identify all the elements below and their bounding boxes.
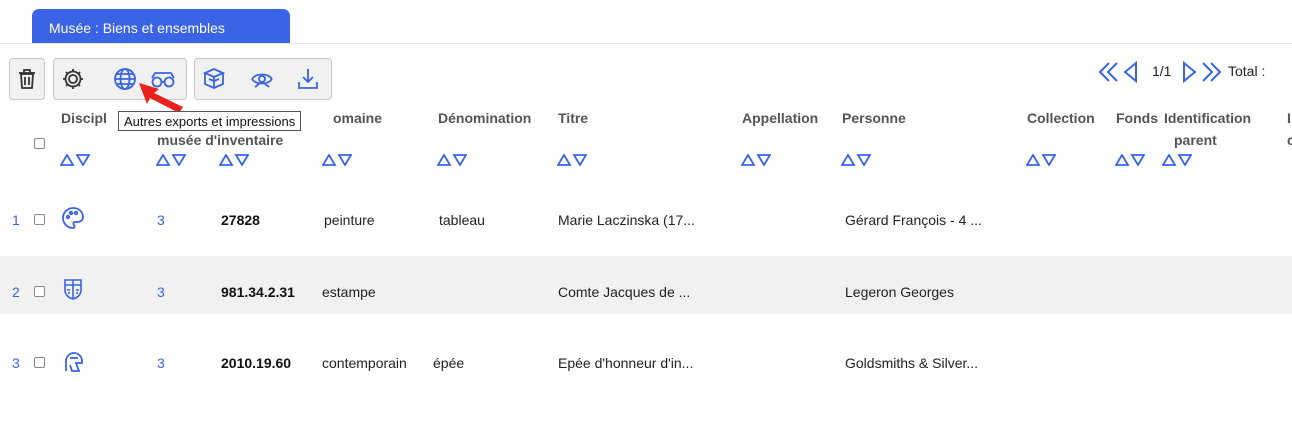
cell-inventory: 2010.19.60: [221, 355, 292, 371]
cell-personne: Goldsmiths & Silver...: [845, 355, 979, 371]
palette-icon: [62, 207, 84, 229]
col-musee-inventaire[interactable]: musée d'inventaire: [157, 132, 283, 148]
hand-eye-icon[interactable]: [247, 64, 277, 94]
cell-inventory: 27828: [221, 212, 260, 228]
globe-icon[interactable]: [110, 64, 140, 94]
col-edge-1: I: [1287, 110, 1291, 126]
first-page-icon[interactable]: [1095, 59, 1121, 85]
cell-denomination: épée: [433, 355, 465, 371]
cell-titre: Comte Jacques de ...: [558, 284, 691, 300]
row-index: 2: [12, 284, 20, 300]
download-icon[interactable]: [293, 64, 323, 94]
cell-count[interactable]: 3: [157, 284, 165, 300]
row-checkbox[interactable]: [34, 357, 45, 368]
col-collection[interactable]: Collection: [1027, 110, 1095, 126]
tab-underline: [0, 43, 1292, 44]
cell-titre: Marie Laczinska (17...: [558, 212, 695, 228]
total-label: Total :: [1228, 63, 1266, 79]
boxes-icon[interactable]: [199, 64, 229, 94]
sort-icon[interactable]: [1162, 154, 1192, 166]
select-all-checkbox[interactable]: [34, 138, 45, 149]
cell-domaine: estampe: [322, 284, 376, 300]
cell-inventory: 981.34.2.31: [221, 284, 295, 300]
col-appellation[interactable]: Appellation: [742, 110, 818, 126]
cell-denomination: tableau: [439, 212, 485, 228]
cell-titre: Epée d'honneur d'in...: [558, 355, 694, 371]
row-checkbox[interactable]: [34, 214, 45, 225]
trash-icon[interactable]: [12, 64, 42, 94]
sort-icon[interactable]: [841, 154, 871, 166]
col-identification[interactable]: Identification: [1164, 110, 1251, 126]
sort-icon[interactable]: [60, 154, 90, 166]
row-index: 3: [12, 355, 20, 371]
stamp-icon: [64, 279, 82, 300]
sort-icon[interactable]: [219, 154, 249, 166]
cell-domaine: contemporain: [322, 355, 407, 371]
sort-icon[interactable]: [557, 154, 587, 166]
cell-domaine: peinture: [324, 212, 375, 228]
sort-icon[interactable]: [1026, 154, 1056, 166]
table-row[interactable]: 2 3 981.34.2.31 estampe Comte Jacques de…: [0, 256, 1292, 314]
cell-count[interactable]: 3: [157, 355, 165, 371]
cell-personne: Gérard François - 4 ...: [845, 212, 982, 228]
col-denomination[interactable]: Dénomination: [438, 110, 531, 126]
col-titre[interactable]: Titre: [558, 110, 588, 126]
col-fonds[interactable]: Fonds: [1116, 110, 1158, 126]
sort-icon[interactable]: [437, 154, 467, 166]
col-discipline[interactable]: Discipl: [61, 110, 107, 126]
last-page-icon[interactable]: [1199, 59, 1225, 85]
table-row[interactable]: 1 3 27828 peinture tableau Marie Laczins…: [0, 189, 1292, 247]
cell-personne: Legeron Georges: [845, 284, 954, 300]
col-edge-2: c: [1287, 132, 1292, 148]
gear-icon[interactable]: [58, 64, 88, 94]
page-indicator: 1/1: [1152, 63, 1172, 79]
toolbar-group-delete: [9, 58, 45, 100]
col-parent: parent: [1174, 132, 1217, 148]
helmet-icon: [65, 352, 83, 372]
sort-icon[interactable]: [1115, 154, 1145, 166]
next-page-icon[interactable]: [1179, 59, 1199, 85]
tab-musee-biens[interactable]: Musée : Biens et ensembles: [32, 9, 290, 43]
sort-icon[interactable]: [156, 154, 186, 166]
col-personne[interactable]: Personne: [842, 110, 906, 126]
table-row[interactable]: 3 3 2010.19.60 contemporain épée Epée d'…: [0, 327, 1292, 385]
prev-page-icon[interactable]: [1121, 59, 1141, 85]
sort-icon[interactable]: [322, 154, 352, 166]
cell-count[interactable]: 3: [157, 212, 165, 228]
tooltip-export: Autres exports et impressions: [118, 111, 302, 131]
toolbar-group-export: [194, 58, 332, 100]
col-domaine[interactable]: omaine: [333, 110, 382, 126]
row-checkbox[interactable]: [34, 286, 45, 297]
row-index: 1: [12, 212, 20, 228]
sort-icon[interactable]: [741, 154, 771, 166]
